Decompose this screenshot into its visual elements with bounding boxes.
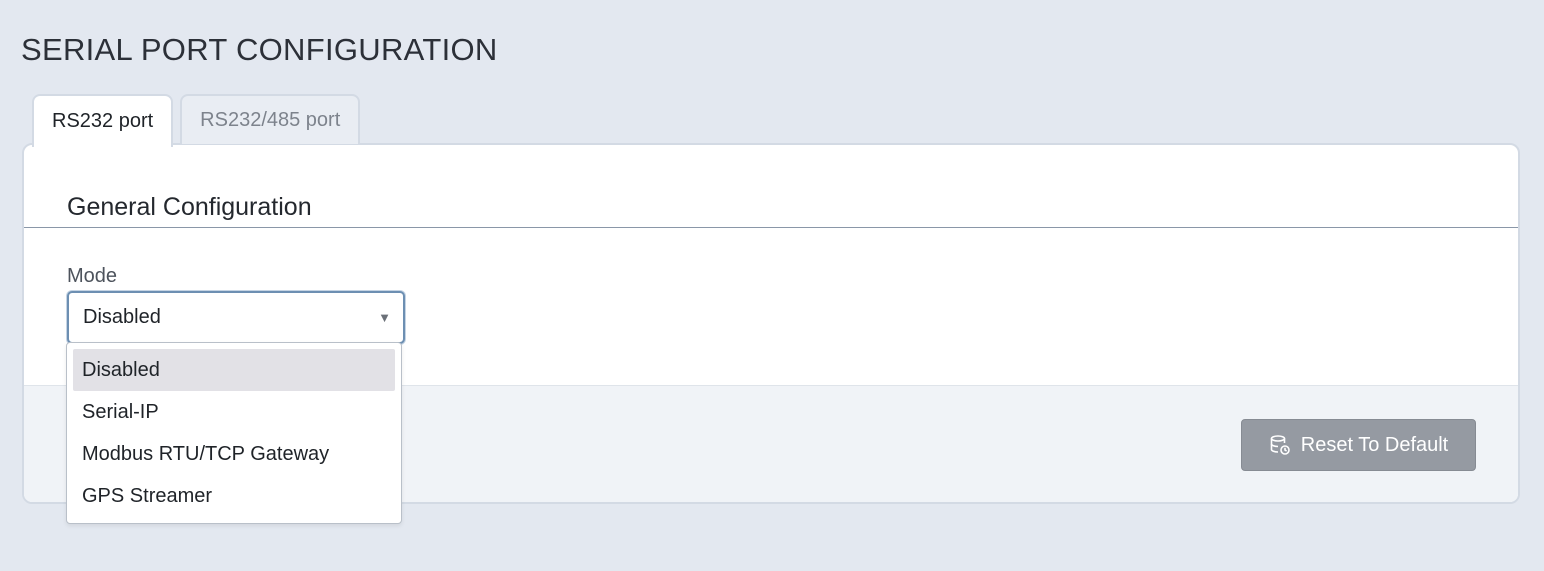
tab-rs232-485-port[interactable]: RS232/485 port xyxy=(180,94,361,144)
mode-dropdown-menu: Disabled Serial-IP Modbus RTU/TCP Gatewa… xyxy=(66,342,402,524)
mode-option-modbus-gateway[interactable]: Modbus RTU/TCP Gateway xyxy=(73,433,395,475)
mode-option-disabled[interactable]: Disabled xyxy=(73,349,395,391)
caret-down-icon: ▼ xyxy=(378,310,391,325)
mode-select-value: Disabled xyxy=(83,306,161,328)
section-divider xyxy=(24,227,1518,228)
mode-label: Mode xyxy=(67,265,118,287)
mode-option-serial-ip[interactable]: Serial-IP xyxy=(73,391,395,433)
mode-select[interactable]: Disabled ▼ xyxy=(67,291,405,344)
mode-option-gps-streamer[interactable]: GPS Streamer xyxy=(73,475,395,517)
reset-to-default-label: Reset To Default xyxy=(1300,433,1449,456)
page-title: SERIAL PORT CONFIGURATION xyxy=(21,32,498,67)
tab-rs232-port[interactable]: RS232 port xyxy=(32,94,174,147)
database-reset-icon xyxy=(1269,434,1291,456)
tab-bar: RS232 port RS232/485 port xyxy=(32,94,361,147)
reset-to-default-button[interactable]: Reset To Default xyxy=(1241,419,1476,471)
section-title: General Configuration xyxy=(67,193,312,221)
